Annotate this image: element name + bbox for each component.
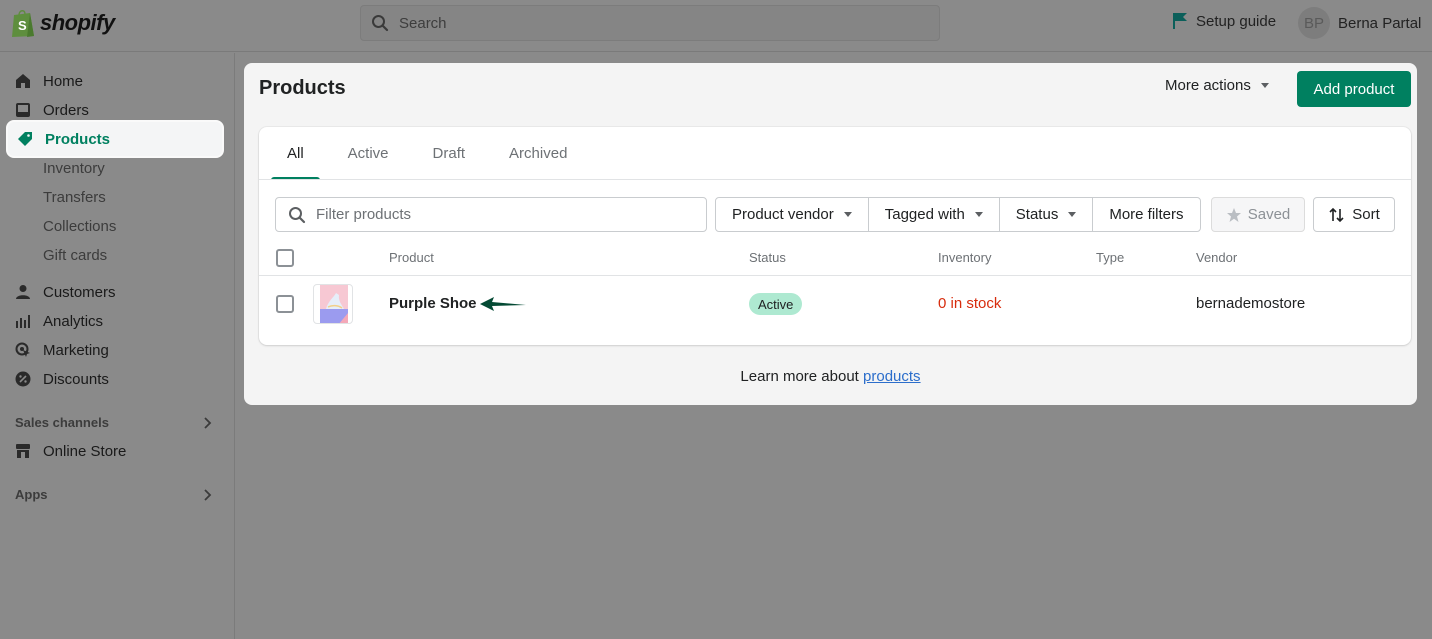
learn-more-text: Learn more about <box>740 368 859 385</box>
store-icon <box>16 444 30 458</box>
setup-guide-label: Setup guide <box>1196 12 1277 30</box>
tagged-with-filter[interactable]: Tagged with <box>868 198 1000 231</box>
filter-products-input[interactable] <box>316 206 696 223</box>
search-icon <box>372 15 389 32</box>
sidebar-item-marketing[interactable]: Marketing <box>15 338 109 362</box>
tab-active[interactable]: Active <box>332 127 405 180</box>
saved-button[interactable]: Saved <box>1211 197 1305 232</box>
more-actions-label: More actions <box>1165 77 1251 94</box>
home-icon <box>16 74 30 88</box>
select-all-checkbox[interactable] <box>276 249 294 267</box>
more-actions-button[interactable]: More actions <box>1165 77 1269 94</box>
status-badge: Active <box>749 293 803 315</box>
sidebar-item-online-store[interactable]: Online Store <box>15 439 126 463</box>
learn-more: Learn more about products <box>244 368 1417 385</box>
column-header-inventory[interactable]: Inventory <box>938 250 991 265</box>
filter-button-group: Product vendor Tagged with Status More f… <box>715 197 1201 232</box>
orders-icon <box>16 103 30 117</box>
sidebar-item-analytics[interactable]: Analytics <box>15 309 103 333</box>
sidebar-subitem-transfers[interactable]: Transfers <box>43 189 106 206</box>
product-tabs: All Active Draft Archived <box>271 127 595 180</box>
avatar: BP <box>1298 7 1330 39</box>
sidebar-item-products[interactable]: Products <box>6 120 224 158</box>
sidebar: Home Orders Products Inventory Transfers… <box>0 53 235 639</box>
apps-label: Apps <box>15 487 48 502</box>
filter-label: Product vendor <box>732 206 834 223</box>
sidebar-item-label: Customers <box>43 283 116 301</box>
sidebar-item-discounts[interactable]: Discounts <box>15 367 109 391</box>
product-thumbnail[interactable] <box>313 284 353 324</box>
search-placeholder: Search <box>399 14 447 32</box>
bar-chart-icon <box>16 315 30 328</box>
sidebar-subitem-inventory[interactable]: Inventory <box>43 160 105 177</box>
product-name-link[interactable]: Purple Shoe <box>389 295 477 312</box>
filter-label: More filters <box>1109 206 1184 223</box>
chevron-right-icon[interactable] <box>202 488 214 502</box>
column-header-status[interactable]: Status <box>749 250 786 265</box>
target-icon <box>15 342 30 357</box>
column-header-vendor[interactable]: Vendor <box>1196 250 1237 265</box>
svg-text:S: S <box>18 18 27 33</box>
status-filter[interactable]: Status <box>999 198 1094 231</box>
star-icon <box>1226 207 1241 222</box>
filter-products-field[interactable] <box>275 197 707 232</box>
arrow-annotation-icon <box>480 297 526 311</box>
sidebar-subitem-collections[interactable]: Collections <box>43 218 116 235</box>
sidebar-item-home[interactable]: Home <box>15 69 83 93</box>
shoe-image-icon <box>320 285 348 323</box>
tabs-divider <box>259 179 1411 180</box>
flag-icon <box>1173 13 1187 29</box>
products-help-link[interactable]: products <box>863 368 921 385</box>
caret-down-icon <box>1260 83 1269 88</box>
sidebar-item-orders[interactable]: Orders <box>15 98 89 122</box>
search-icon <box>289 206 306 223</box>
tab-draft[interactable]: Draft <box>417 127 482 180</box>
filter-label: Tagged with <box>884 206 965 223</box>
sales-channels-label: Sales channels <box>15 415 109 430</box>
setup-guide-button[interactable]: Setup guide <box>1172 12 1276 30</box>
discount-icon <box>15 371 31 387</box>
sidebar-item-customers[interactable]: Customers <box>15 280 116 304</box>
sidebar-subitem-gift-cards[interactable]: Gift cards <box>43 247 107 264</box>
caret-down-icon <box>1068 212 1077 217</box>
sidebar-item-label: Analytics <box>43 312 104 330</box>
sidebar-item-label: Online Store <box>43 442 127 460</box>
person-icon <box>16 285 30 299</box>
caret-down-icon <box>974 212 983 217</box>
add-product-button[interactable]: Add product <box>1297 71 1411 107</box>
tab-all[interactable]: All <box>271 127 320 180</box>
product-vendor-filter[interactable]: Product vendor <box>716 198 869 231</box>
sidebar-item-label: Marketing <box>43 341 109 359</box>
saved-label: Saved <box>1247 206 1291 223</box>
products-table-card: All Active Draft Archived Product vendor… <box>259 127 1411 345</box>
tab-archived[interactable]: Archived <box>493 127 583 180</box>
top-bar: S shopify Search Setup guide BP Berna Pa… <box>0 0 1432 52</box>
row-checkbox[interactable] <box>276 295 294 313</box>
more-filters-button[interactable]: More filters <box>1093 198 1200 231</box>
page-title: Products <box>259 77 346 99</box>
inventory-value: 0 in stock <box>938 295 1002 312</box>
sidebar-item-label: Discounts <box>43 370 109 388</box>
sidebar-item-label: Orders <box>43 101 89 119</box>
caret-down-icon <box>843 212 852 217</box>
sort-button[interactable]: Sort <box>1313 197 1395 232</box>
header-divider <box>259 275 1411 276</box>
shopify-bag-icon: S <box>12 10 34 37</box>
chevron-right-icon[interactable] <box>202 416 214 430</box>
column-header-product[interactable]: Product <box>389 250 434 265</box>
global-search[interactable]: Search <box>360 5 940 41</box>
shopify-logo[interactable]: S shopify <box>10 8 115 38</box>
user-name: Berna Partal <box>1338 14 1422 32</box>
tag-icon <box>18 132 32 146</box>
filter-label: Status <box>1015 206 1059 223</box>
logo-text: shopify <box>40 10 115 35</box>
sort-icon <box>1329 207 1344 222</box>
sidebar-item-label: Home <box>43 72 84 90</box>
products-page: Products More actions Add product All Ac… <box>244 63 1417 405</box>
user-menu[interactable]: BP Berna Partal <box>1298 7 1421 39</box>
column-header-type[interactable]: Type <box>1096 250 1124 265</box>
sort-label: Sort <box>1352 206 1380 223</box>
vendor-value: bernademostore <box>1196 295 1306 312</box>
sidebar-item-label: Products <box>45 130 111 148</box>
